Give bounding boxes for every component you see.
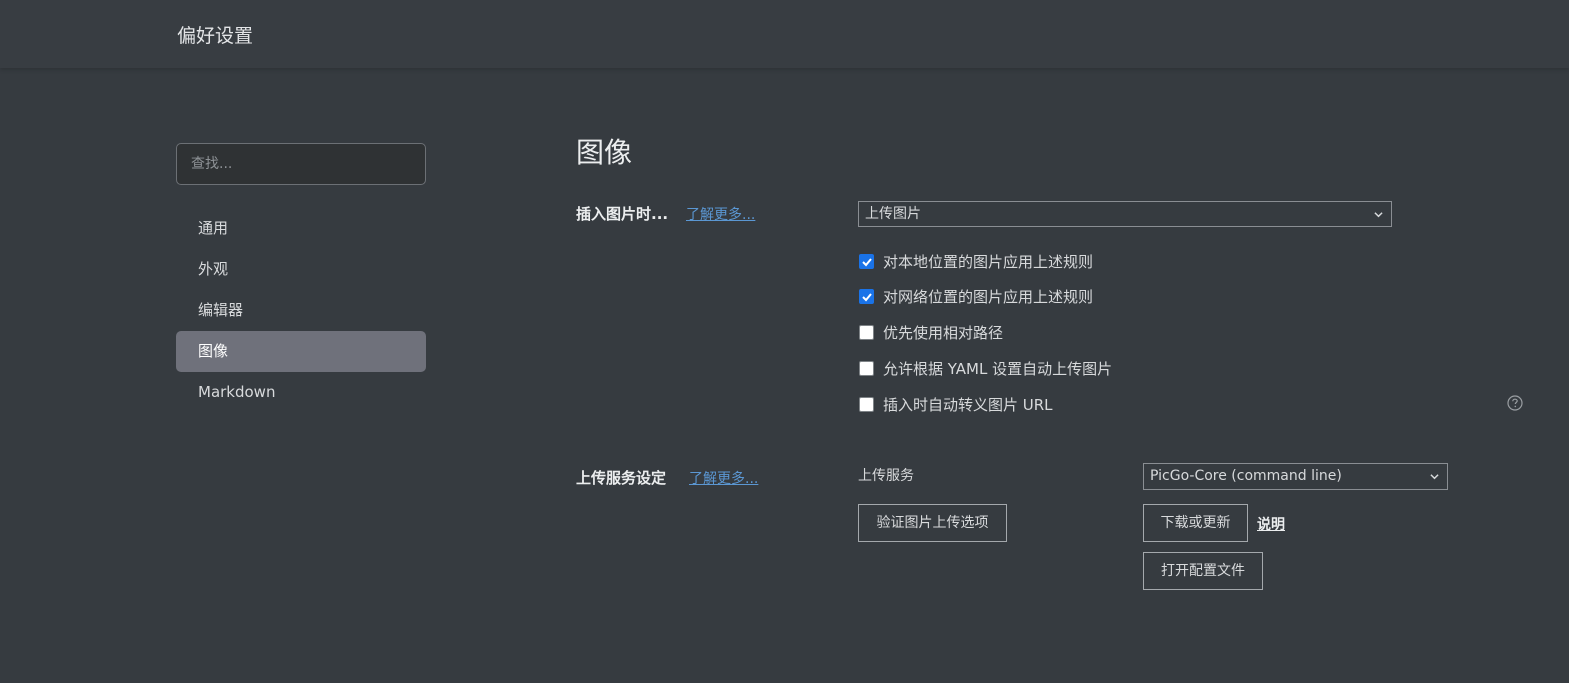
- option-local-images[interactable]: 对本地位置的图片应用上述规则: [859, 251, 1093, 271]
- option-label: 对网络位置的图片应用上述规则: [883, 287, 1094, 306]
- page-title: 图像: [576, 136, 633, 169]
- upload-service-label: 上传服务: [858, 468, 914, 484]
- option-network-images[interactable]: 对网络位置的图片应用上述规则: [859, 286, 1093, 306]
- upload-service-select-value: PicGo-Core (command line): [1150, 468, 1342, 484]
- checkbox-unchecked[interactable]: [859, 396, 874, 412]
- insert-action-select[interactable]: 上传图片: [858, 201, 1392, 227]
- checkbox-checked[interactable]: [859, 253, 874, 269]
- option-label: 插入时自动转义图片 URL: [883, 395, 1053, 414]
- sidebar-item-markdown[interactable]: Markdown: [176, 372, 426, 413]
- sidebar-item-general[interactable]: 通用: [176, 208, 426, 249]
- explain-link[interactable]: 说明: [1257, 514, 1285, 534]
- option-escape-url[interactable]: 插入时自动转义图片 URL: [859, 394, 1053, 414]
- insert-learn-more-link[interactable]: 了解更多...: [686, 204, 755, 224]
- window-title: 偏好设置: [177, 25, 254, 47]
- sidebar-item-image[interactable]: 图像: [176, 331, 426, 372]
- sidebar-item-editor[interactable]: 编辑器: [176, 290, 426, 331]
- option-label: 优先使用相对路径: [883, 323, 1004, 342]
- upload-service-select[interactable]: PicGo-Core (command line): [1143, 463, 1448, 490]
- sidebar-item-appearance[interactable]: 外观: [176, 249, 426, 290]
- insert-section-label: 插入图片时...: [576, 205, 669, 223]
- search-input[interactable]: [176, 143, 426, 185]
- option-relative-path[interactable]: 优先使用相对路径: [859, 322, 1003, 342]
- chevron-down-icon: [1430, 474, 1439, 480]
- chevron-down-icon: [1374, 212, 1383, 218]
- validate-upload-button[interactable]: 验证图片上传选项: [858, 504, 1007, 542]
- checkbox-unchecked[interactable]: [859, 360, 874, 376]
- open-config-button[interactable]: 打开配置文件: [1143, 552, 1263, 590]
- question-circle-icon[interactable]: [1507, 395, 1523, 411]
- option-label: 对本地位置的图片应用上述规则: [883, 252, 1094, 271]
- option-label: 允许根据 YAML 设置自动上传图片: [883, 359, 1113, 378]
- checkbox-checked[interactable]: [859, 288, 874, 304]
- insert-action-select-value: 上传图片: [865, 206, 921, 222]
- checkbox-unchecked[interactable]: [859, 324, 874, 340]
- download-update-button[interactable]: 下载或更新: [1143, 504, 1248, 542]
- option-yaml-upload[interactable]: 允许根据 YAML 设置自动上传图片: [859, 358, 1112, 378]
- upload-learn-more-link[interactable]: 了解更多...: [689, 468, 758, 488]
- upload-section-label: 上传服务设定: [576, 469, 667, 487]
- title-bar: 偏好设置: [0, 0, 1569, 68]
